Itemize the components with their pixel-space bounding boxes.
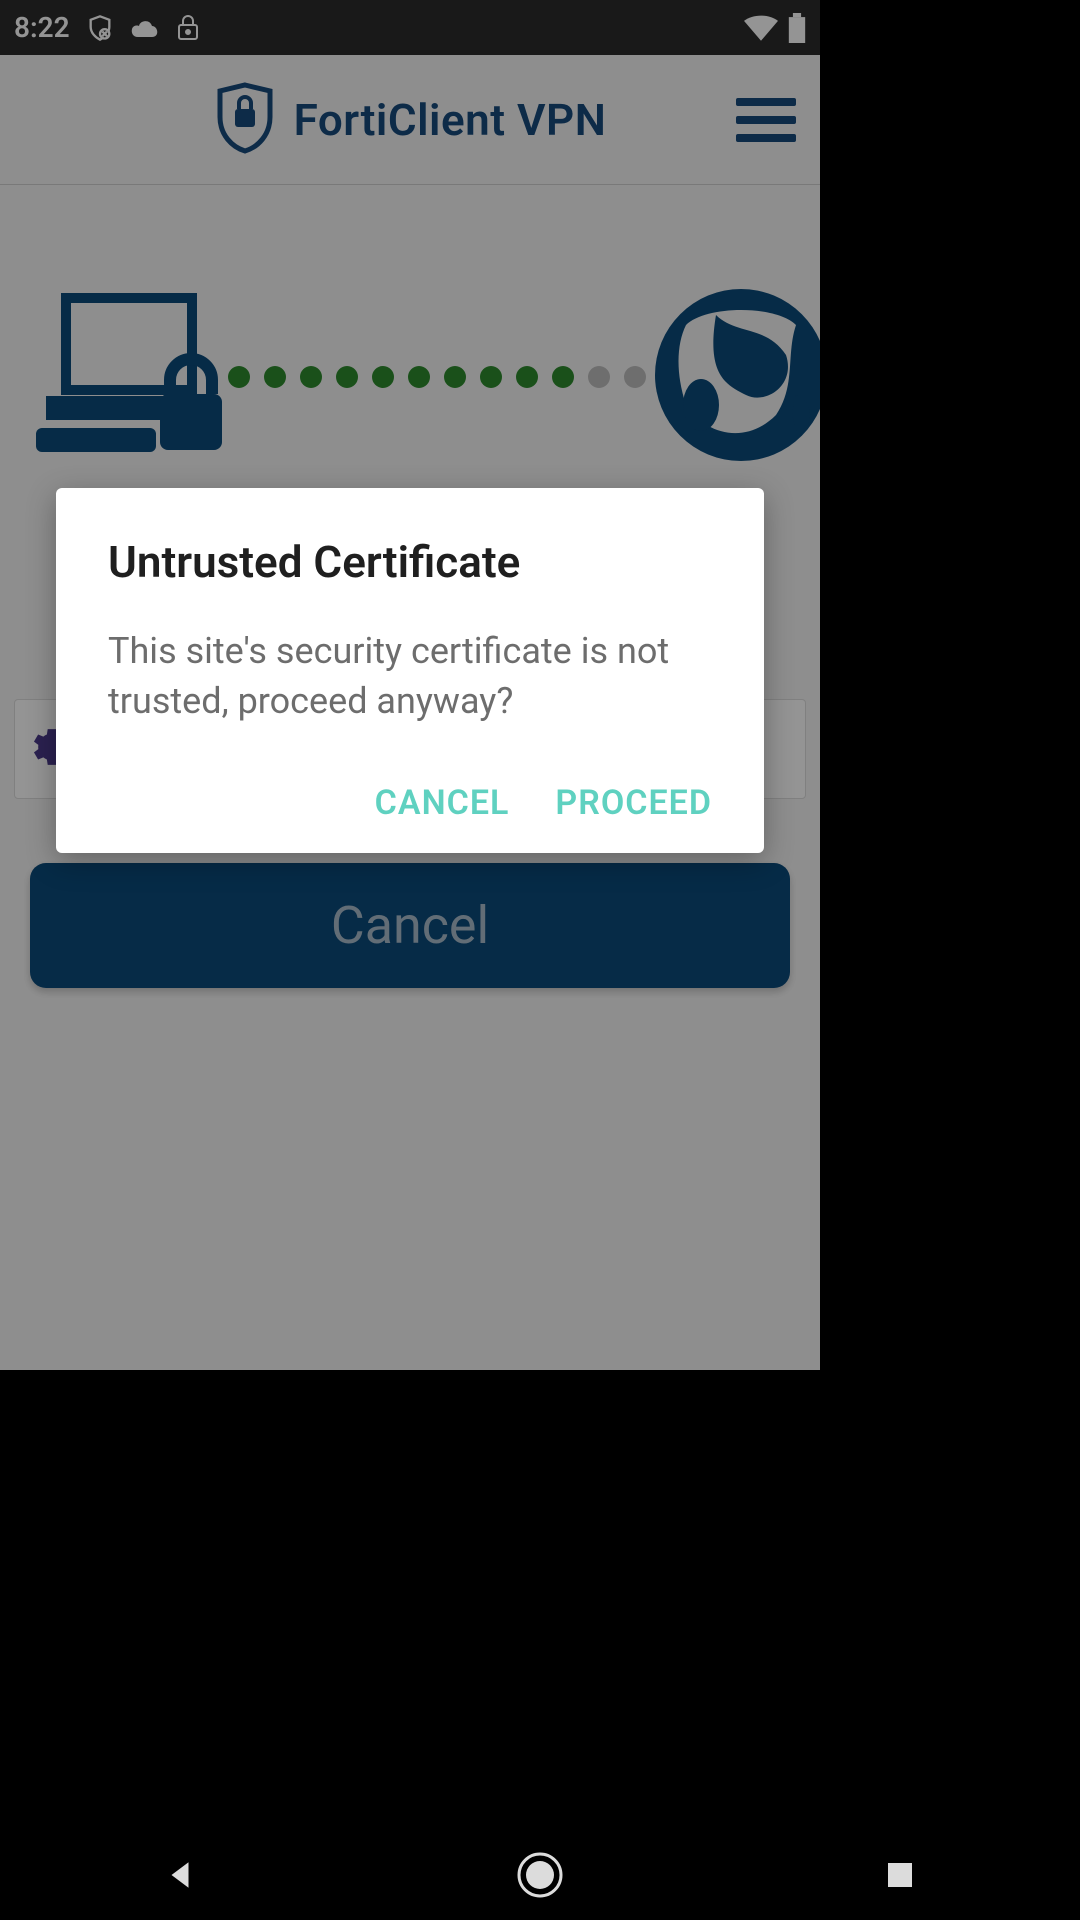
dialog-proceed-button[interactable]: PROCEED (555, 783, 712, 823)
untrusted-cert-dialog: Untrusted Certificate This site's securi… (56, 488, 764, 853)
nav-home-button[interactable] (516, 1851, 564, 1899)
nav-back-button[interactable] (156, 1851, 204, 1899)
android-navbar (0, 1830, 1080, 1920)
dialog-cancel-button[interactable]: CANCEL (375, 783, 510, 823)
dialog-body: This site's security certificate is not … (108, 626, 712, 727)
dialog-title: Untrusted Certificate (108, 536, 712, 588)
nav-recents-button[interactable] (876, 1851, 924, 1899)
